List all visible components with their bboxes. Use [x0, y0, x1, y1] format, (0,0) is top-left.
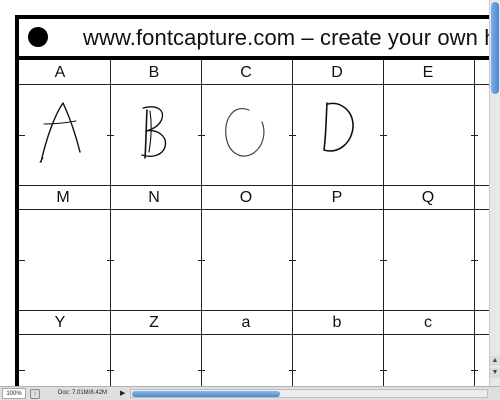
document-canvas: www.fontcapture.com – create your own h …	[0, 0, 489, 386]
handwritten-glyph-A	[40, 102, 81, 163]
scroll-down-arrow-icon[interactable]: ▼	[490, 368, 500, 378]
zoom-field[interactable]: 100%	[2, 388, 26, 399]
handwritten-glyphs	[39, 102, 354, 163]
horizontal-scrollbar[interactable]	[130, 389, 488, 398]
horizontal-scroll-thumb[interactable]	[132, 391, 280, 397]
status-info-icon[interactable]: i	[30, 389, 40, 399]
vertical-scroll-thumb[interactable]	[491, 2, 499, 94]
status-arrow-icon[interactable]: ▶	[120, 388, 125, 399]
handwritten-glyph-B	[144, 109, 148, 159]
vertical-scrollbar[interactable]: ▲ ▼	[489, 0, 500, 386]
handwritten-glyph-C	[225, 108, 265, 157]
document-size-info: Doc: 7.01M/8.42M	[58, 390, 108, 396]
handwritten-glyph-D	[323, 102, 354, 152]
status-bar: 100% i Doc: 7.01M/8.42M ▶	[0, 386, 500, 400]
handwritten-glyph-B	[148, 110, 152, 153]
scroll-up-arrow-icon[interactable]: ▲	[490, 356, 500, 366]
